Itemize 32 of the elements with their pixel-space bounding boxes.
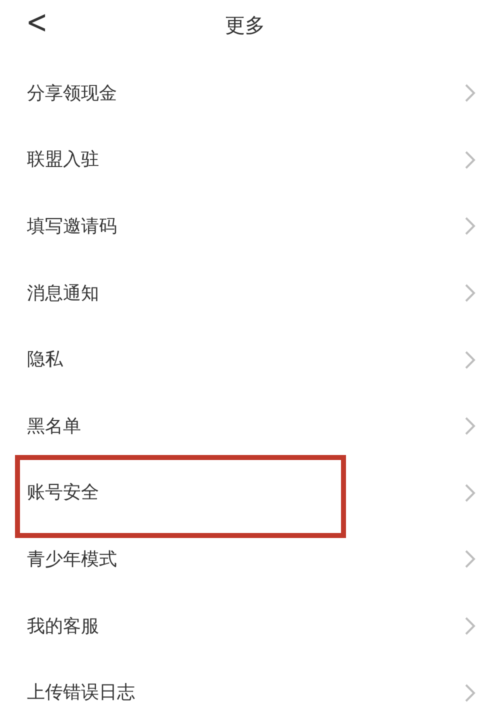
menu-label: 分享领现金 <box>27 82 117 106</box>
menu-label: 上传错误日志 <box>27 681 135 706</box>
menu-label: 隐私 <box>27 348 63 372</box>
menu-label: 消息通知 <box>27 282 99 306</box>
menu-label: 填写邀请码 <box>27 214 117 239</box>
chevron-right-icon <box>464 616 476 636</box>
menu-item[interactable]: 联盟入驻 <box>0 126 490 194</box>
menu-label: 我的客服 <box>27 614 99 639</box>
chevron-right-icon <box>464 350 476 370</box>
menu-label: 联盟入驻 <box>27 148 99 172</box>
chevron-right-icon <box>464 216 476 236</box>
menu-item[interactable]: 青少年模式 <box>0 526 490 593</box>
chevron-right-icon <box>464 416 476 436</box>
chevron-right-icon <box>464 682 476 703</box>
chevron-right-icon <box>464 482 476 503</box>
page-title: 更多 <box>225 12 265 39</box>
chevron-right-icon <box>464 549 476 570</box>
chevron-right-icon <box>464 150 476 170</box>
menu-item[interactable]: 账号安全 <box>0 460 490 526</box>
menu-item[interactable]: 填写邀请码 <box>0 193 490 260</box>
menu-label: 黑名单 <box>27 414 81 439</box>
chevron-right-icon <box>464 283 476 304</box>
menu-item[interactable]: 我的客服 <box>0 592 490 660</box>
menu-item[interactable]: 黑名单 <box>0 392 490 460</box>
chevron-right-icon <box>464 83 476 104</box>
menu-item[interactable]: 消息通知 <box>0 260 490 326</box>
menu-item[interactable]: 隐私 <box>0 326 490 393</box>
back-button[interactable]: < <box>22 6 52 40</box>
menu-label: 账号安全 <box>27 481 99 506</box>
menu-item[interactable]: 分享领现金 <box>0 60 490 127</box>
menu-item[interactable]: 上传错误日志 <box>0 659 490 725</box>
menu-label: 青少年模式 <box>27 548 117 572</box>
